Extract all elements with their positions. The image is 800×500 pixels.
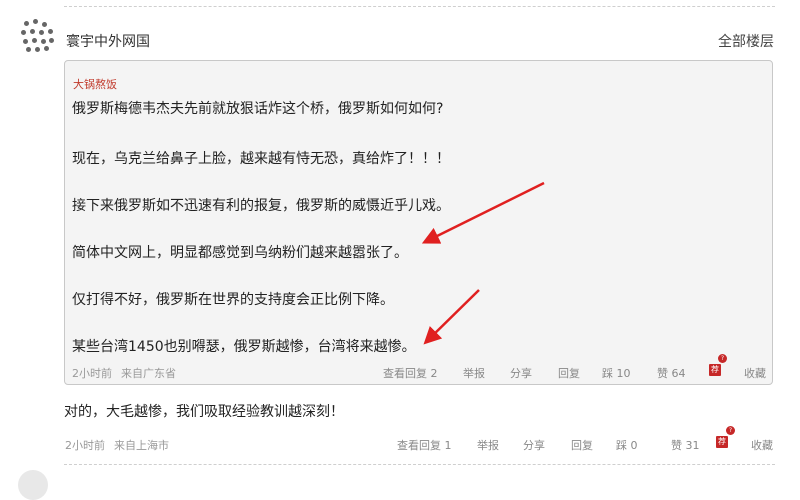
recommend-icon[interactable]: 荐 xyxy=(716,436,728,448)
reply-time: 2小时前 xyxy=(65,439,105,452)
reply-link[interactable]: 回复 xyxy=(571,437,593,453)
red-arrow-icon xyxy=(423,289,480,345)
favorite-link[interactable]: 收藏 xyxy=(751,437,773,453)
like-button[interactable]: 赞 31 xyxy=(671,437,700,453)
report-link[interactable]: 举报 xyxy=(477,437,499,453)
bottom-divider xyxy=(64,464,775,465)
share-link[interactable]: 分享 xyxy=(523,437,545,453)
reply-location: 来自上海市 xyxy=(114,439,169,452)
dislike-button[interactable]: 踩 0 xyxy=(616,437,638,453)
reply-text: 对的，大毛越惨，我们吸取经验教训越深刻！ xyxy=(64,404,344,420)
next-avatar[interactable] xyxy=(18,470,48,500)
view-replies-link[interactable]: 查看回复 1 xyxy=(397,437,452,453)
recommend-badge: ? xyxy=(726,426,735,435)
red-arrow-icon xyxy=(421,181,545,244)
